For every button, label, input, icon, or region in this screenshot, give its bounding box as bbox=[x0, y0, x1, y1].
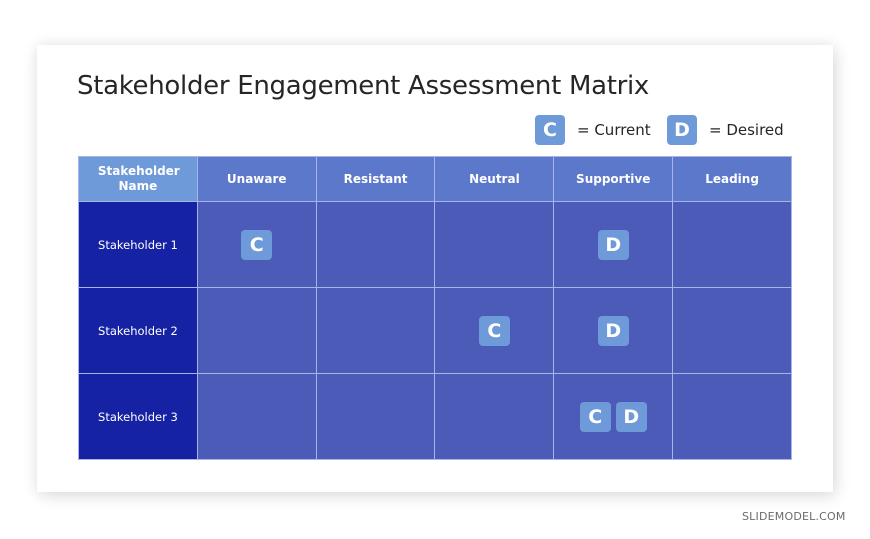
header-resistant: Resistant bbox=[315, 156, 436, 202]
stakeholder-name: Stakeholder 1 bbox=[78, 201, 198, 288]
legend-desired: D = Desired bbox=[667, 115, 784, 145]
desired-badge: D bbox=[615, 401, 647, 432]
matrix-cell: D bbox=[553, 201, 674, 288]
legend-desired-label: = Desired bbox=[709, 121, 784, 139]
matrix-cell bbox=[672, 373, 792, 460]
matrix-cell bbox=[315, 287, 436, 374]
desired-badge: D bbox=[597, 229, 629, 260]
matrix-cell: D bbox=[553, 287, 674, 374]
current-badge: C bbox=[579, 401, 611, 432]
current-badge: C bbox=[535, 115, 565, 145]
header-neutral: Neutral bbox=[434, 156, 555, 202]
header-leading: Leading bbox=[672, 156, 792, 202]
matrix-cell bbox=[672, 287, 792, 374]
table-row: Stakeholder 2 C D bbox=[78, 287, 792, 374]
brand-footer: SLIDEMODEL.COM bbox=[742, 510, 846, 523]
header-row: Stakeholder Name Unaware Resistant Neutr… bbox=[78, 156, 792, 202]
matrix-cell: C bbox=[196, 201, 317, 288]
desired-badge: D bbox=[667, 115, 697, 145]
slide: Stakeholder Engagement Assessment Matrix… bbox=[37, 45, 833, 492]
slide-title: Stakeholder Engagement Assessment Matrix bbox=[77, 71, 650, 101]
header-unaware: Unaware bbox=[196, 156, 317, 202]
matrix-cell: CD bbox=[553, 373, 674, 460]
table-row: Stakeholder 1 C D bbox=[78, 201, 792, 288]
badge-group: D bbox=[554, 229, 672, 260]
header-stakeholder-name-label: Stakeholder Name bbox=[97, 164, 180, 193]
matrix-cell bbox=[672, 201, 792, 288]
badge-group: CD bbox=[554, 401, 672, 432]
matrix-cell bbox=[434, 373, 555, 460]
matrix-cell bbox=[315, 373, 436, 460]
desired-badge: D bbox=[597, 315, 629, 346]
stakeholder-name: Stakeholder 2 bbox=[78, 287, 198, 374]
header-supportive: Supportive bbox=[553, 156, 674, 202]
stakeholder-name: Stakeholder 3 bbox=[78, 373, 198, 460]
matrix-cell bbox=[196, 373, 317, 460]
matrix-cell bbox=[434, 201, 555, 288]
matrix-cell: C bbox=[434, 287, 555, 374]
matrix-cell bbox=[196, 287, 317, 374]
current-badge: C bbox=[241, 229, 273, 260]
matrix-cell bbox=[315, 201, 436, 288]
engagement-matrix: Stakeholder Name Unaware Resistant Neutr… bbox=[78, 156, 792, 460]
legend-current-label: = Current bbox=[577, 121, 651, 139]
current-badge: C bbox=[478, 315, 510, 346]
header-stakeholder-name: Stakeholder Name bbox=[78, 156, 198, 202]
table-row: Stakeholder 3 CD bbox=[78, 373, 792, 460]
badge-group: C bbox=[435, 315, 553, 346]
matrix-body: Stakeholder 1 C D Stakeholder 2 C D Stak… bbox=[78, 201, 792, 460]
badge-group: C bbox=[198, 229, 316, 260]
badge-group: D bbox=[554, 315, 672, 346]
legend-current: C = Current bbox=[535, 115, 651, 145]
